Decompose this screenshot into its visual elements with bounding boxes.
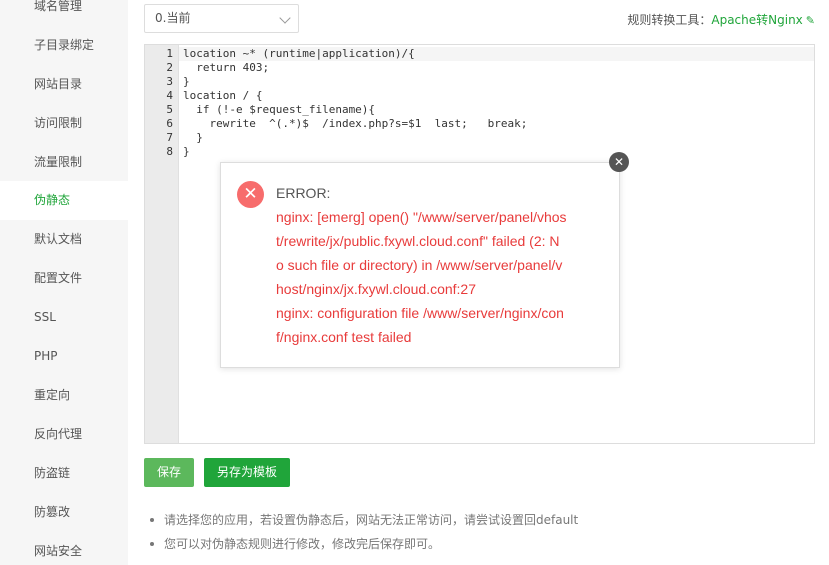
link-icon: ✎ — [805, 14, 815, 27]
line-number: 8 — [166, 145, 173, 158]
line-number: 6 — [166, 117, 173, 130]
chevron-down-icon — [279, 12, 291, 24]
bullet-icon — [150, 518, 154, 522]
error-title: ERROR: — [276, 185, 331, 201]
main-panel: 0.当前 规则转换工具：Apache转Nginx ✎ 1 2 3 4 5 6 7 … — [128, 0, 829, 565]
help-note-text: 请选择您的应用，若设置伪静态后，网站无法正常访问，请尝试设置回default — [164, 513, 579, 527]
code-line: rewrite ^(.*)$ /index.php?s=$1 last; bre… — [183, 117, 528, 130]
sidebar-item-subdirectory[interactable]: 子目录绑定 — [0, 26, 128, 65]
sidebar-item-site-security[interactable]: 网站安全 — [0, 532, 128, 565]
error-message-line: host/nginx/jx.fxywl.cloud.conf:27 — [276, 281, 476, 297]
error-message-line: o such file or directory) in /www/server… — [276, 257, 563, 273]
error-message-line: nginx: configuration file /www/server/ng… — [276, 305, 564, 321]
error-message-line: f/nginx.conf test failed — [276, 329, 412, 345]
line-number: 2 — [166, 61, 173, 74]
line-number: 1 — [166, 47, 173, 60]
sidebar-item-ssl[interactable]: SSL — [0, 298, 128, 337]
code-line: location ~* (runtime|application)/{ — [183, 47, 415, 60]
error-message-line: t/rewrite/jx/public.fxywl.cloud.conf" fa… — [276, 233, 560, 249]
save-button[interactable]: 保存 — [144, 458, 194, 487]
sidebar-item-config-file[interactable]: 配置文件 — [0, 259, 128, 298]
save-as-template-button[interactable]: 另存为模板 — [204, 458, 290, 487]
line-number: 7 — [166, 131, 173, 144]
sidebar-item-tamper-proof[interactable]: 防篡改 — [0, 493, 128, 532]
help-note: 请选择您的应用，若设置伪静态后，网站无法正常访问，请尝试设置回default — [150, 508, 578, 532]
error-message-line: nginx: [emerg] open() "/www/server/panel… — [276, 209, 567, 225]
code-line: } — [183, 131, 203, 144]
line-number: 4 — [166, 89, 173, 102]
rule-tool-label: 规则转换工具： — [627, 13, 712, 27]
bullet-icon — [150, 542, 154, 546]
sidebar-item-php[interactable]: PHP — [0, 337, 128, 376]
sidebar-item-site-directory[interactable]: 网站目录 — [0, 65, 128, 104]
help-notes: 请选择您的应用，若设置伪静态后，网站无法正常访问，请尝试设置回default 您… — [150, 508, 578, 556]
code-line: location / { — [183, 89, 263, 102]
help-note: 您可以对伪静态规则进行修改，修改完后保存即可。 — [150, 532, 578, 556]
apache-to-nginx-link[interactable]: Apache转Nginx — [711, 13, 802, 27]
version-select[interactable]: 0.当前 — [144, 4, 299, 33]
sidebar-item-reverse-proxy[interactable]: 反向代理 — [0, 415, 128, 454]
error-circle-icon: ✕ — [237, 181, 264, 208]
code-line: return 403; — [183, 61, 270, 74]
rule-tool: 规则转换工具：Apache转Nginx ✎ — [627, 11, 815, 28]
code-line: } — [183, 75, 190, 88]
sidebar-item-access-limit[interactable]: 访问限制 — [0, 104, 128, 143]
close-circle-icon[interactable]: ✕ — [609, 152, 629, 172]
error-message: nginx: [emerg] open() "/www/server/panel… — [276, 205, 606, 349]
sidebar-item-hotlink[interactable]: 防盗链 — [0, 454, 128, 493]
sidebar-item-traffic-limit[interactable]: 流量限制 — [0, 143, 128, 182]
sidebar-item-domain[interactable]: 域名管理 — [0, 0, 128, 26]
line-number: 3 — [166, 75, 173, 88]
sidebar-item-redirect[interactable]: 重定向 — [0, 376, 128, 415]
code-line: if (!-e $request_filename){ — [183, 103, 376, 116]
line-number: 5 — [166, 103, 173, 116]
sidebar-item-rewrite[interactable]: 伪静态 — [0, 181, 128, 220]
sidebar-item-default-doc[interactable]: 默认文档 — [0, 220, 128, 259]
help-note-text: 您可以对伪静态规则进行修改，修改完后保存即可。 — [164, 537, 441, 551]
code-line: } — [183, 145, 190, 158]
sidebar: 域名管理 子目录绑定 网站目录 访问限制 流量限制 伪静态 默认文档 配置文件 … — [0, 0, 128, 565]
error-dialog: ✕ ERROR: nginx: [emerg] open() "/www/ser… — [220, 162, 620, 368]
version-select-value: 0.当前 — [155, 11, 191, 25]
